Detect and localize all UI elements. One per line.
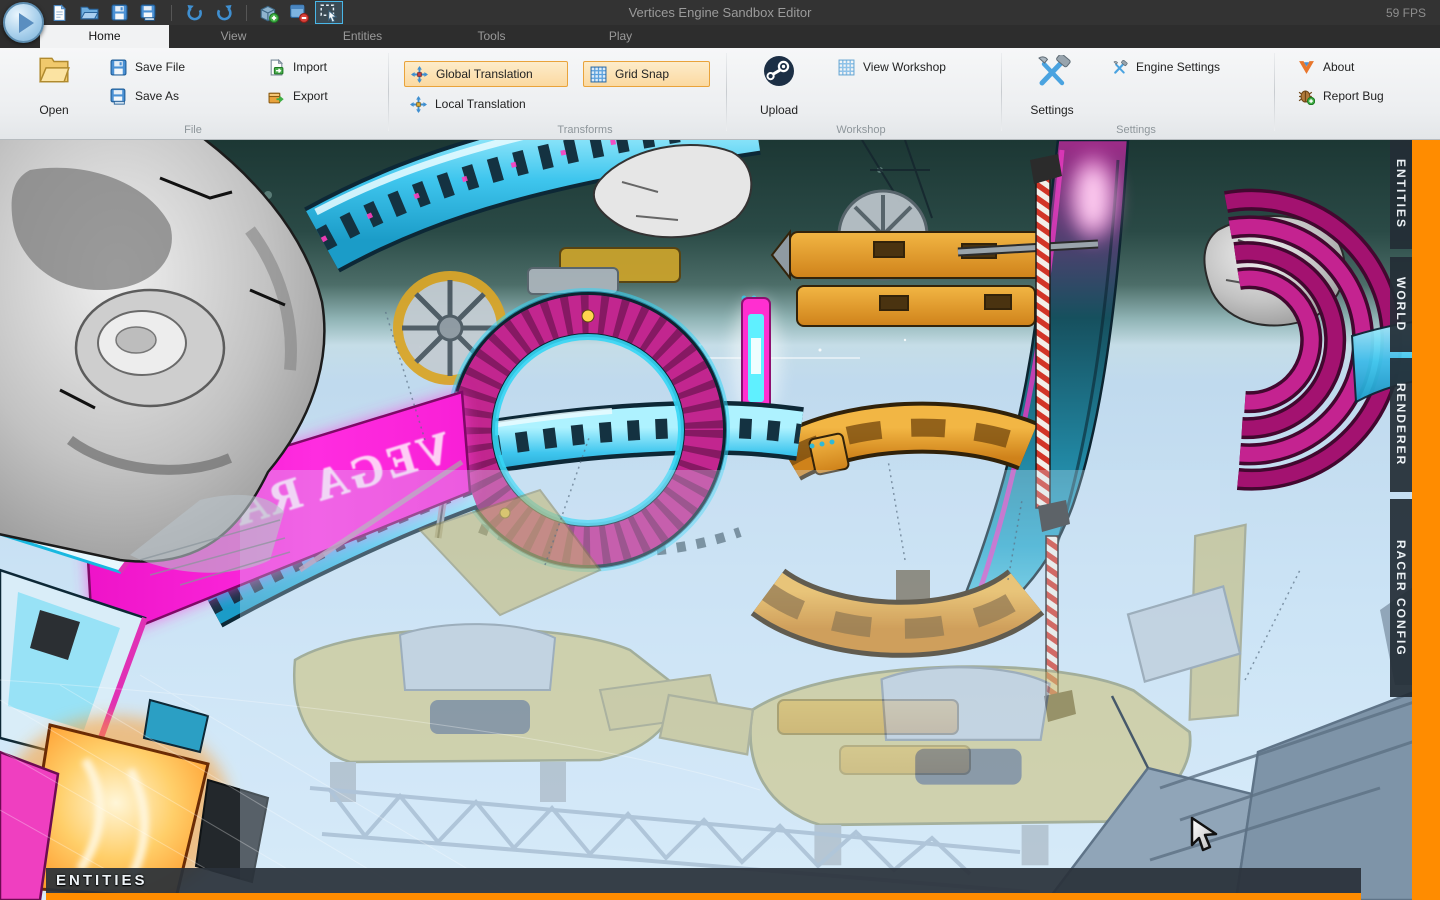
- settings-group-label: Settings: [1076, 124, 1196, 136]
- save-as-icon: [110, 88, 127, 105]
- steam-upload-icon: [763, 55, 795, 87]
- tab-home[interactable]: Home: [40, 25, 169, 48]
- side-tab-world[interactable]: WORLD: [1390, 257, 1412, 352]
- new-file-icon: [51, 4, 68, 22]
- scene-render: VEGA RACING: [0, 140, 1440, 900]
- import-button[interactable]: Import: [262, 56, 333, 78]
- group-separator: [1001, 53, 1002, 131]
- play-button[interactable]: [3, 2, 44, 43]
- remove-entity-button[interactable]: [285, 1, 313, 24]
- save-all-button[interactable]: [135, 1, 163, 24]
- tab-entities[interactable]: Entities: [298, 25, 427, 48]
- upload-label: Upload: [760, 103, 798, 117]
- transforms-group-label: Transforms: [525, 124, 645, 136]
- workshop-grid-icon: [838, 59, 855, 76]
- settings-button[interactable]: Settings: [1024, 53, 1080, 119]
- import-icon: [268, 59, 285, 76]
- entities-panel-title: ENTITIES: [56, 872, 148, 889]
- global-translation-label: Global Translation: [436, 67, 533, 81]
- quick-access-toolbar: [44, 1, 344, 24]
- play-icon: [19, 13, 34, 33]
- toolbar-separator: [171, 5, 172, 21]
- viewport-3d[interactable]: VEGA RACING: [0, 140, 1440, 900]
- add-entity-button[interactable]: [255, 1, 283, 24]
- group-separator: [388, 53, 389, 131]
- engine-settings-button[interactable]: Engine Settings: [1105, 56, 1226, 78]
- report-bug-label: Report Bug: [1323, 89, 1384, 103]
- open-folder-icon: [80, 4, 99, 21]
- entities-panel-header[interactable]: ENTITIES: [46, 868, 1361, 893]
- select-tool-button[interactable]: [315, 1, 343, 24]
- grid-snap-label: Grid Snap: [615, 67, 669, 81]
- undo-icon: [185, 4, 204, 22]
- save-as-button[interactable]: Save As: [104, 85, 185, 107]
- entities-panel-accent: [46, 893, 1361, 900]
- save-all-icon: [140, 4, 158, 21]
- save-file-icon: [110, 59, 127, 76]
- local-translation-label: Local Translation: [435, 97, 526, 111]
- group-separator: [726, 53, 727, 131]
- grid-snap-icon: [590, 66, 607, 83]
- redo-icon: [215, 4, 234, 22]
- open-file-button[interactable]: [75, 1, 103, 24]
- fps-counter: 59 FPS: [1386, 6, 1426, 20]
- open-folder-big-icon: [37, 55, 71, 85]
- file-group-label: File: [133, 124, 253, 136]
- about-button[interactable]: About: [1292, 56, 1360, 78]
- export-label: Export: [293, 89, 328, 103]
- save-as-label: Save As: [135, 89, 179, 103]
- save-file-button[interactable]: [105, 1, 133, 24]
- vertices-logo-icon: [1298, 60, 1315, 75]
- settings-tools-icon: [1032, 55, 1072, 87]
- report-bug-button[interactable]: Report Bug: [1292, 85, 1390, 107]
- open-label: Open: [39, 103, 68, 117]
- tab-play[interactable]: Play: [556, 25, 685, 48]
- import-label: Import: [293, 60, 327, 74]
- side-tab-renderer[interactable]: RENDERER: [1390, 358, 1412, 492]
- group-separator: [1274, 53, 1275, 131]
- ribbon: Open Save File Save As Import Export Fil…: [0, 48, 1440, 140]
- remove-window-icon: [289, 3, 309, 23]
- editor-window: Vertices Engine Sandbox Editor 59 FPS: [0, 0, 1440, 900]
- save-file-label: Save File: [135, 60, 185, 74]
- open-button[interactable]: Open: [26, 53, 82, 119]
- bug-icon: [1298, 88, 1315, 105]
- save-file-ribbon-button[interactable]: Save File: [104, 56, 191, 78]
- side-tab-racer-config[interactable]: RACER CONFIG: [1390, 499, 1412, 697]
- undo-button[interactable]: [180, 1, 208, 24]
- workshop-group-label: Workshop: [801, 124, 921, 136]
- local-translation-button[interactable]: Local Translation: [404, 93, 532, 115]
- ribbon-tabs: Home View Entities Tools Play: [40, 25, 685, 48]
- global-translation-icon: [411, 66, 428, 83]
- side-tab-entities[interactable]: ENTITIES: [1390, 140, 1412, 249]
- view-workshop-label: View Workshop: [863, 60, 946, 74]
- export-icon: [268, 88, 285, 105]
- export-button[interactable]: Export: [262, 85, 334, 107]
- local-translation-icon: [410, 96, 427, 113]
- engine-settings-icon: [1111, 60, 1128, 75]
- engine-settings-label: Engine Settings: [1136, 60, 1220, 74]
- redo-button[interactable]: [210, 1, 238, 24]
- add-box-icon: [259, 3, 279, 23]
- new-file-button[interactable]: [45, 1, 73, 24]
- selection-rectangle-icon: [319, 3, 339, 23]
- tab-tools[interactable]: Tools: [427, 25, 556, 48]
- about-label: About: [1323, 60, 1354, 74]
- upload-button[interactable]: Upload: [751, 53, 807, 119]
- save-icon: [111, 4, 128, 21]
- grid-snap-button[interactable]: Grid Snap: [583, 61, 710, 87]
- toolbar-separator: [246, 5, 247, 21]
- tab-view[interactable]: View: [169, 25, 298, 48]
- view-workshop-button[interactable]: View Workshop: [832, 56, 952, 78]
- right-accent-bar: [1412, 140, 1440, 900]
- settings-label: Settings: [1030, 103, 1073, 117]
- global-translation-button[interactable]: Global Translation: [404, 61, 568, 87]
